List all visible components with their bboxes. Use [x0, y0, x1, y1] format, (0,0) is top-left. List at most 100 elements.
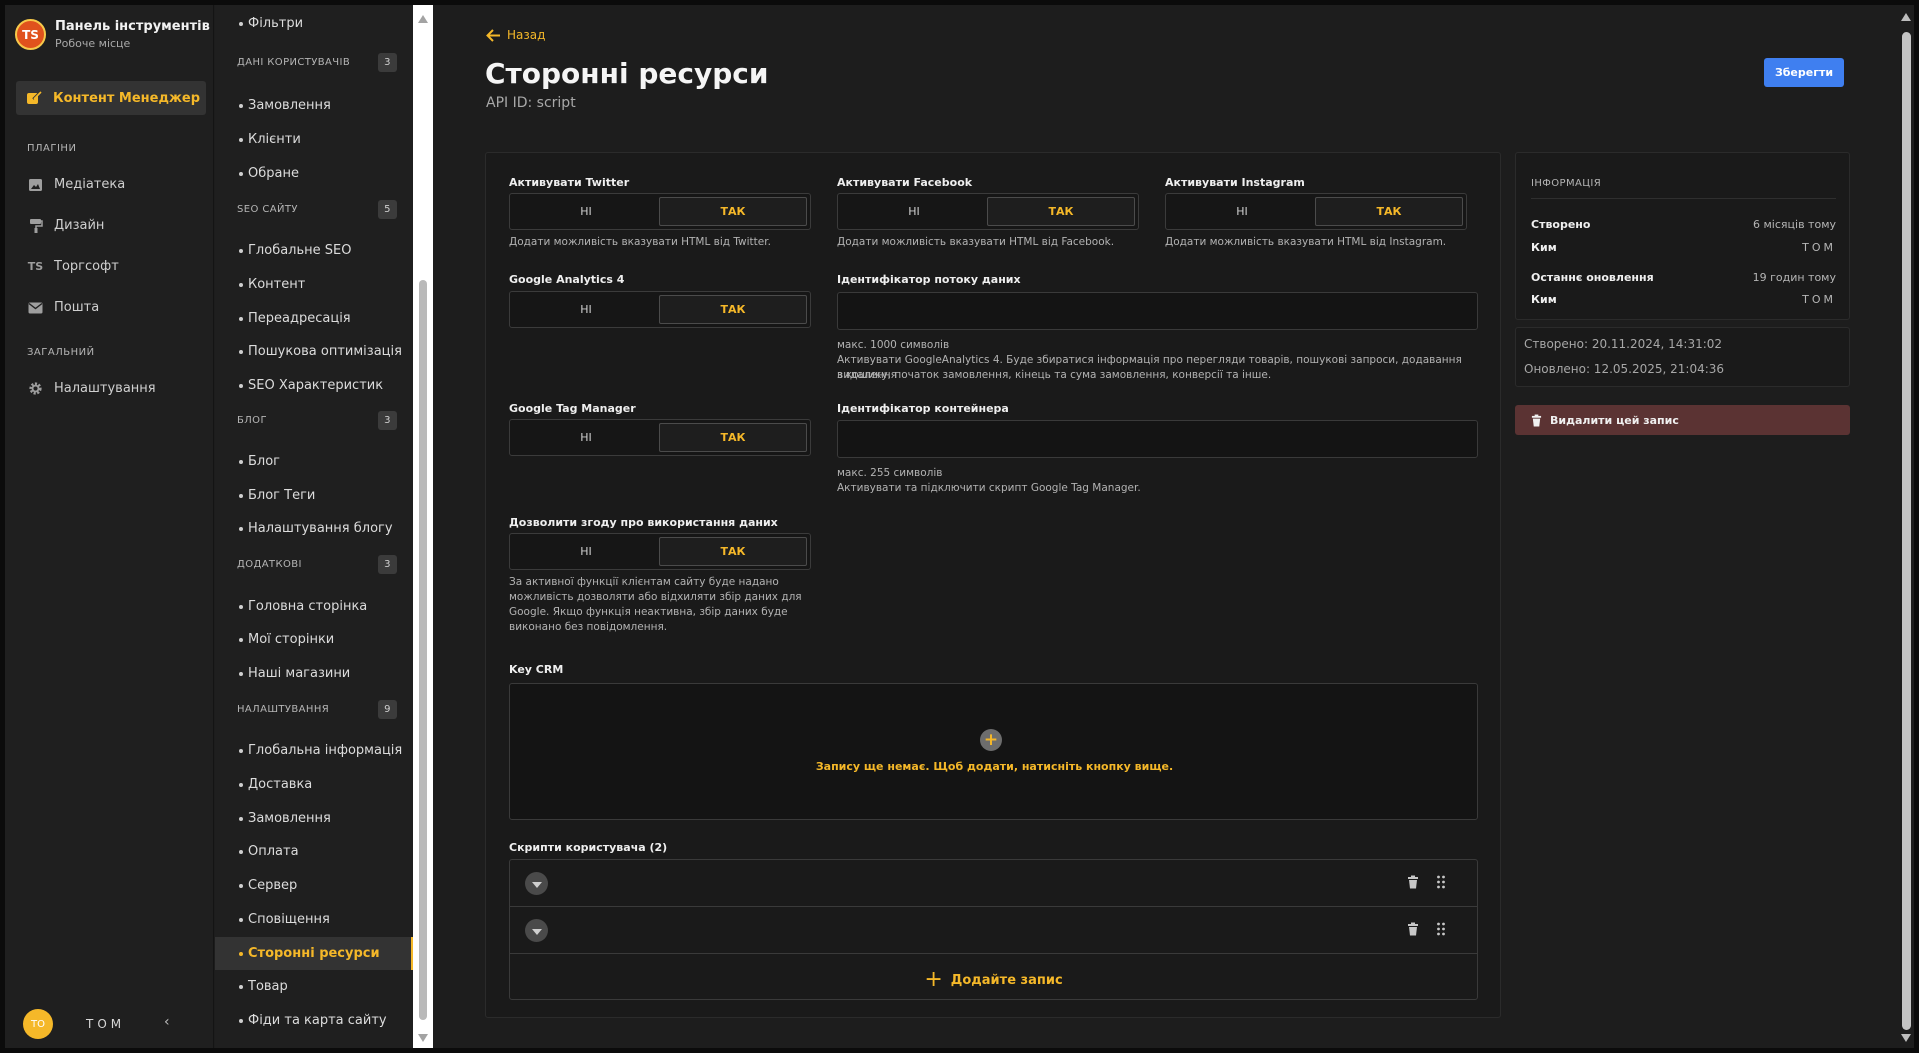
nav-favorites[interactable]: Обране: [215, 157, 413, 190]
twitter-help: Додати можливість вказувати HTML від Twi…: [509, 236, 771, 248]
api-id: API ID: script: [486, 95, 576, 111]
nav-seo-characteristics[interactable]: SEO Характеристик: [215, 369, 413, 402]
add-plus-icon[interactable]: +: [980, 729, 1002, 751]
back-link[interactable]: Назад: [486, 28, 545, 42]
stream-id-input[interactable]: [837, 292, 1478, 330]
nav-design[interactable]: Дизайн: [27, 217, 104, 234]
consent-yes-option[interactable]: ТАК: [659, 537, 807, 566]
nav-third-party-resources[interactable]: Сторонні ресурси: [215, 937, 413, 970]
save-button[interactable]: Зберегти: [1764, 58, 1844, 87]
ga4-label: Google Analytics 4: [509, 273, 625, 286]
trash-icon[interactable]: [1407, 922, 1419, 936]
gear-icon: [27, 380, 44, 397]
nav-feeds-sitemap[interactable]: Фіди та карта сайту: [215, 1004, 413, 1037]
consent-no-option[interactable]: НІ: [513, 537, 659, 566]
nav-server[interactable]: Сервер: [215, 869, 413, 902]
facebook-no-option[interactable]: НІ: [841, 197, 987, 226]
nav-home-page[interactable]: Головна сторінка: [215, 590, 413, 623]
nav-blog-tags[interactable]: Блог Теги: [215, 479, 413, 512]
info-key: Останнє оновлення: [1531, 271, 1654, 284]
twitter-label: Активувати Twitter: [509, 176, 630, 189]
keycrm-empty-text: Запису ще немає. Щоб додати, натисніть к…: [815, 760, 1174, 773]
trash-icon[interactable]: [1407, 875, 1419, 889]
group-title: БЛОГ: [237, 415, 267, 426]
info-key: Ким: [1531, 241, 1557, 254]
collapse-sidebar-chevron-icon[interactable]: ‹: [164, 1014, 170, 1030]
nav-blog[interactable]: Блог: [215, 445, 413, 478]
container-id-input[interactable]: [837, 420, 1478, 458]
add-record-button[interactable]: + Додайте запис: [510, 965, 1477, 995]
nav-our-stores[interactable]: Наші магазини: [215, 657, 413, 690]
scroll-up-arrow-icon[interactable]: [1901, 13, 1911, 21]
secondary-sidebar: Фільтри ДАНІ КОРИСТУВАЧІВ 3 Замовлення К…: [215, 5, 413, 1048]
info-title: ІНФОРМАЦІЯ: [1531, 178, 1602, 189]
brand[interactable]: TS Панель інструментів Робоче місце: [15, 19, 210, 50]
twitter-yes-option[interactable]: ТАК: [659, 197, 807, 226]
gtm-yes-option[interactable]: ТАК: [659, 423, 807, 452]
info-updated-row: Останнє оновлення 19 годин тому: [1531, 271, 1836, 284]
group-count-badge: 9: [378, 700, 397, 719]
main-scrollbar[interactable]: [1898, 5, 1914, 1048]
nav-global-info[interactable]: Глобальна інформація: [215, 734, 413, 767]
gtm-no-option[interactable]: НІ: [513, 423, 659, 452]
twitter-no-option[interactable]: НІ: [513, 197, 659, 226]
nav-torgsoft[interactable]: TS Торгсофт: [27, 258, 119, 275]
nav-item-label: Налаштування блогу: [248, 521, 393, 536]
drag-handle-icon[interactable]: [1436, 875, 1446, 889]
nav-notifications[interactable]: Сповіщення: [215, 903, 413, 936]
nav-settings[interactable]: Налаштування: [27, 380, 156, 397]
nav-media-library[interactable]: Медіатека: [27, 176, 125, 193]
nav-search-optimization[interactable]: Пошукова оптимізація: [215, 335, 413, 368]
nav-filters[interactable]: Фільтри: [215, 7, 413, 40]
nav-redirects[interactable]: Переадресація: [215, 302, 413, 335]
dates-panel: Створено: 20.11.2024, 14:31:02 Оновлено:…: [1515, 327, 1850, 387]
instagram-yes-option[interactable]: ТАК: [1315, 197, 1463, 226]
nav-settings-orders[interactable]: Замовлення: [215, 802, 413, 835]
nav-content-manager[interactable]: Контент Менеджер: [16, 81, 206, 115]
general-section-label: ЗАГАЛЬНИЙ: [27, 347, 95, 358]
scrollbar-thumb[interactable]: [419, 280, 427, 1020]
nav-clients[interactable]: Клієнти: [215, 123, 413, 156]
nav-item-label: Фіди та карта сайту: [248, 1013, 387, 1028]
container-id-max: макс. 255 символів: [837, 467, 943, 479]
facebook-yes-option[interactable]: ТАК: [987, 197, 1135, 226]
nav-item-label: Сторонні ресурси: [248, 946, 380, 961]
user-profile[interactable]: TO TOM: [23, 1009, 203, 1039]
scrollbar-thumb[interactable]: [1902, 32, 1911, 1030]
stream-id-label: Ідентифікатор потоку даних: [837, 273, 1021, 286]
nav-product[interactable]: Товар: [215, 970, 413, 1003]
info-key: Ким: [1531, 293, 1557, 306]
nav-item-label: Доставка: [248, 777, 313, 792]
edit-icon: [27, 91, 42, 104]
add-record-label: Додайте запис: [950, 972, 1063, 988]
scroll-down-arrow-icon[interactable]: [1901, 1034, 1911, 1042]
ga4-no-option[interactable]: НІ: [513, 295, 659, 324]
nav-my-pages[interactable]: Мої сторінки: [215, 623, 413, 656]
ga4-yes-option[interactable]: ТАК: [659, 295, 807, 324]
nav-mail[interactable]: Пошта: [27, 299, 99, 316]
nav-orders[interactable]: Замовлення: [215, 89, 413, 122]
consent-toggle: НІ ТАК: [509, 533, 811, 570]
mail-icon: [27, 299, 44, 316]
chevron-down-icon[interactable]: [525, 919, 548, 942]
group-user-data-header: ДАНІ КОРИСТУВАЧІВ 3: [237, 53, 397, 72]
nav-media-library-label: Медіатека: [54, 177, 126, 192]
keycrm-empty-state: + Запису ще немає. Щоб додати, натисніть…: [509, 683, 1478, 820]
nav-global-seo[interactable]: Глобальне SEO: [215, 234, 413, 267]
drag-handle-icon[interactable]: [1436, 922, 1446, 936]
created-date: Створено: 20.11.2024, 14:31:02: [1524, 337, 1723, 351]
delete-record-button[interactable]: Видалити цей запис: [1515, 405, 1850, 435]
nav-content[interactable]: Контент: [215, 268, 413, 301]
nav-item-label: Замовлення: [248, 98, 331, 113]
scroll-down-arrow-icon[interactable]: [418, 1034, 428, 1042]
sidebar-scrollbar[interactable]: [413, 5, 433, 1048]
nav-delivery[interactable]: Доставка: [215, 768, 413, 801]
instagram-no-option[interactable]: НІ: [1169, 197, 1315, 226]
nav-payment[interactable]: Оплата: [215, 835, 413, 868]
nav-blog-settings[interactable]: Налаштування блогу: [215, 512, 413, 545]
stream-id-help-line2: з кошику, початок замовлення, кінець та …: [837, 369, 1272, 381]
info-created-row: Створено 6 місяців тому: [1531, 218, 1836, 231]
scroll-up-arrow-icon[interactable]: [418, 15, 428, 23]
chevron-down-icon[interactable]: [525, 872, 548, 895]
instagram-label: Активувати Instagram: [1165, 176, 1305, 189]
